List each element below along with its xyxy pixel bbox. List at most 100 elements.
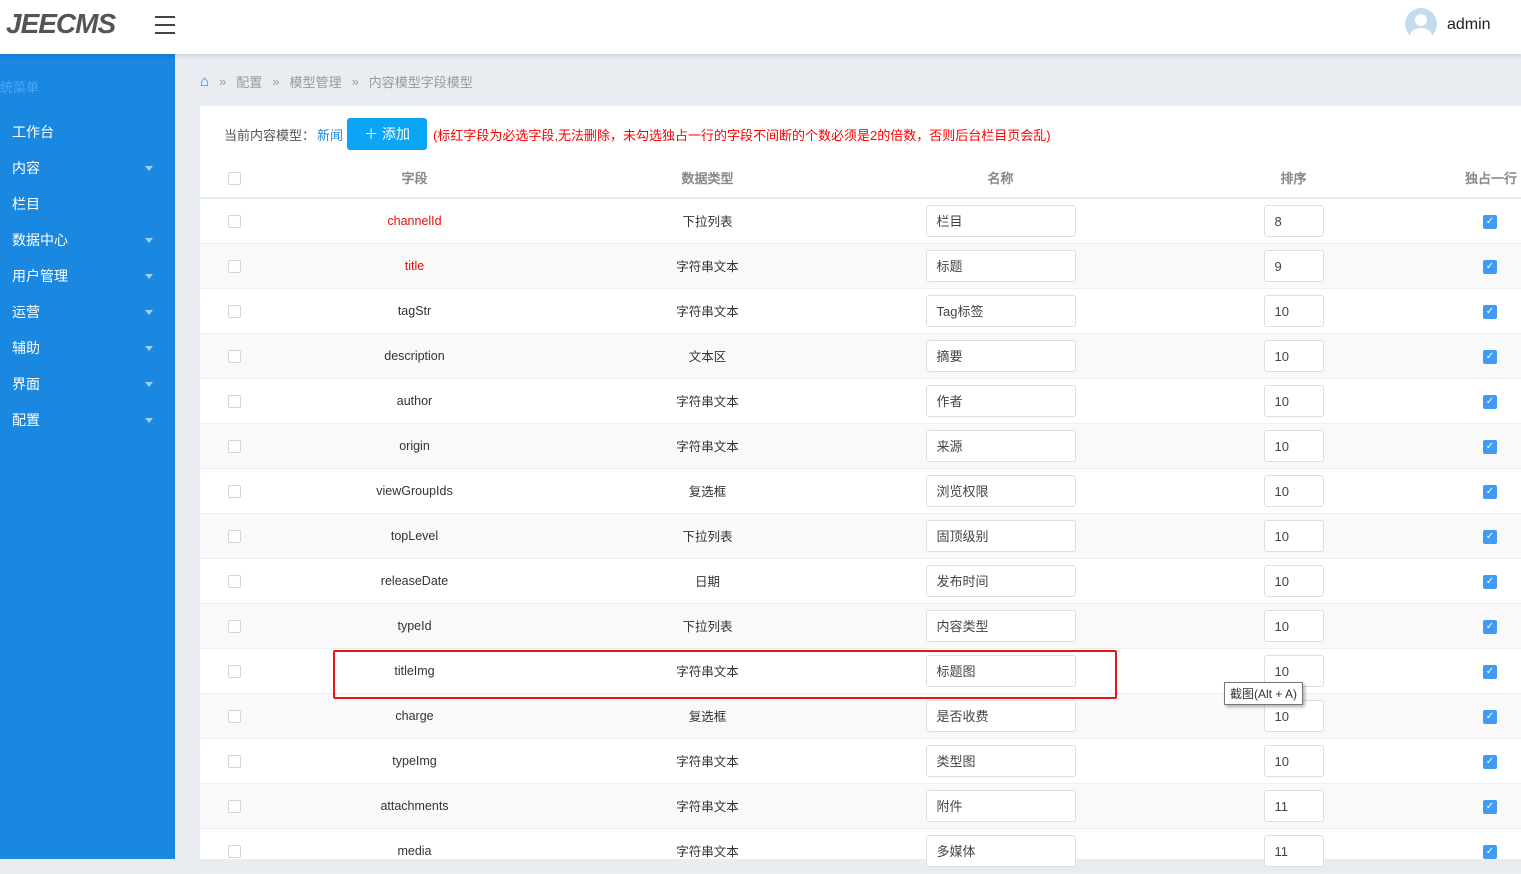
name-input[interactable]: 类型图 (925, 744, 1076, 777)
table-row: title 字符串文本 标题 9 ✓ (200, 243, 1521, 289)
sidebar-item[interactable]: 内容 (0, 150, 175, 186)
single-line-checkbox[interactable]: ✓ (1483, 529, 1497, 544)
order-input[interactable]: 10 (1263, 609, 1324, 642)
sidebar-item[interactable]: 工作台 (0, 114, 175, 150)
name-input[interactable]: 内容类型 (925, 609, 1076, 642)
field-cell: tagStr (268, 288, 561, 334)
single-line-checkbox[interactable]: ✓ (1483, 214, 1497, 229)
add-button[interactable]: ＋ 添加 (347, 118, 428, 150)
sidebar-item[interactable]: 运营 (0, 294, 175, 330)
home-icon[interactable]: ⌂ (200, 73, 209, 90)
caret-down-icon (145, 274, 153, 279)
sidebar-item[interactable]: 栏目 (0, 186, 175, 222)
row-checkbox[interactable] (227, 484, 241, 498)
name-input[interactable]: 多媒体 (925, 834, 1076, 867)
order-input[interactable]: 10 (1263, 564, 1324, 597)
single-line-checkbox[interactable]: ✓ (1483, 574, 1497, 589)
row-checkbox[interactable] (227, 304, 241, 318)
name-input[interactable]: 标题 (925, 249, 1076, 282)
row-checkbox[interactable] (227, 349, 241, 363)
single-line-checkbox[interactable]: ✓ (1483, 709, 1497, 724)
order-input[interactable]: 10 (1263, 294, 1324, 327)
order-input[interactable]: 11 (1263, 789, 1324, 822)
name-input[interactable]: 是否收费 (925, 699, 1076, 732)
single-line-checkbox[interactable]: ✓ (1483, 259, 1497, 274)
order-input[interactable]: 10 (1263, 474, 1324, 507)
name-input[interactable]: 作者 (925, 384, 1076, 417)
row-checkbox[interactable] (227, 799, 241, 813)
name-input[interactable]: 标题图 (925, 654, 1076, 687)
table-row: tagStr 字符串文本 Tag标签 10 ✓ (200, 288, 1521, 334)
row-checkbox[interactable] (227, 214, 241, 228)
sidebar-item[interactable]: 配置 (0, 402, 175, 438)
order-input[interactable]: 11 (1263, 834, 1324, 867)
name-input[interactable]: 浏览权限 (925, 474, 1076, 507)
avatar[interactable] (1405, 8, 1437, 40)
select-all-checkbox[interactable] (227, 172, 241, 186)
caret-down-icon (145, 166, 153, 171)
sidebar-item[interactable]: 用户管理 (0, 258, 175, 294)
name-input[interactable]: Tag标签 (925, 294, 1076, 327)
username[interactable]: admin (1447, 16, 1491, 34)
sidebar-item[interactable]: 辅助 (0, 330, 175, 366)
menu-toggle-icon[interactable] (155, 16, 175, 34)
sidebar-item-label: 运营 (12, 304, 40, 320)
single-line-checkbox[interactable]: ✓ (1483, 304, 1497, 319)
row-checkbox[interactable] (227, 259, 241, 273)
sidebar-item-label: 栏目 (12, 196, 40, 212)
sidebar-item[interactable]: 界面 (0, 366, 175, 402)
single-line-checkbox[interactable]: ✓ (1483, 844, 1497, 859)
order-input[interactable]: 10 (1263, 519, 1324, 552)
logo[interactable]: JEECMS (6, 8, 116, 40)
caret-down-icon (145, 382, 153, 387)
table-row: topLevel 下拉列表 固顶级别 10 ✓ (200, 513, 1521, 559)
table-row: releaseDate 日期 发布时间 10 ✓ (200, 558, 1521, 604)
single-line-checkbox[interactable]: ✓ (1483, 664, 1497, 679)
caret-down-icon (145, 310, 153, 315)
table-row: origin 字符串文本 来源 10 ✓ (200, 423, 1521, 469)
order-input[interactable]: 10 (1263, 429, 1324, 462)
type-cell: 字符串文本 (561, 648, 854, 694)
row-checkbox[interactable] (227, 529, 241, 543)
order-input[interactable]: 9 (1263, 249, 1324, 282)
single-line-checkbox[interactable]: ✓ (1483, 439, 1497, 454)
order-input[interactable]: 10 (1263, 744, 1324, 777)
name-input[interactable]: 摘要 (925, 339, 1076, 372)
top-bar: JEECMS admin (0, 0, 1521, 54)
single-line-checkbox[interactable]: ✓ (1483, 799, 1497, 814)
name-input[interactable]: 来源 (925, 429, 1076, 462)
name-input[interactable]: 附件 (925, 789, 1076, 822)
order-input[interactable]: 10 (1263, 339, 1324, 372)
name-input[interactable]: 发布时间 (925, 564, 1076, 597)
table-row: typeId 下拉列表 内容类型 10 ✓ (200, 603, 1521, 649)
single-line-checkbox[interactable]: ✓ (1483, 394, 1497, 409)
row-checkbox[interactable] (227, 574, 241, 588)
fields-table: 字段 数据类型 名称 排序 独占一行 channelId 下拉列表 栏目 8 ✓… (200, 158, 1521, 874)
order-input[interactable]: 10 (1263, 384, 1324, 417)
type-cell: 文本区 (561, 333, 854, 379)
single-line-checkbox[interactable]: ✓ (1483, 619, 1497, 634)
single-line-checkbox[interactable]: ✓ (1483, 484, 1497, 499)
sidebar-item[interactable]: 数据中心 (0, 222, 175, 258)
breadcrumb-item[interactable]: 模型管理 (290, 72, 342, 91)
toolbar: 当前内容模型： 新闻 ＋ 添加 (标红字段为必选字段,无法删除，未勾选独占一行的… (224, 118, 1051, 150)
field-cell: media (268, 828, 561, 874)
col-field: 字段 (268, 158, 561, 199)
current-model-link[interactable]: 新闻 (317, 125, 343, 144)
breadcrumb-item[interactable]: 配置 (236, 72, 262, 91)
single-line-checkbox[interactable]: ✓ (1483, 349, 1497, 364)
row-checkbox[interactable] (227, 394, 241, 408)
row-checkbox[interactable] (227, 664, 241, 678)
sidebar-item-label: 数据中心 (12, 232, 68, 248)
order-input[interactable]: 8 (1263, 204, 1324, 237)
single-line-checkbox[interactable]: ✓ (1483, 754, 1497, 769)
row-checkbox[interactable] (227, 709, 241, 723)
row-checkbox[interactable] (227, 619, 241, 633)
row-checkbox[interactable] (227, 754, 241, 768)
name-input[interactable]: 固顶级别 (925, 519, 1076, 552)
sidebar-menu: 工作台 内容栏目数据中心用户管理运营辅助界面 配置 (0, 114, 175, 438)
row-checkbox[interactable] (227, 439, 241, 453)
name-input[interactable]: 栏目 (925, 204, 1076, 237)
row-checkbox[interactable] (227, 844, 241, 858)
sidebar-item-label: 辅助 (12, 340, 40, 356)
